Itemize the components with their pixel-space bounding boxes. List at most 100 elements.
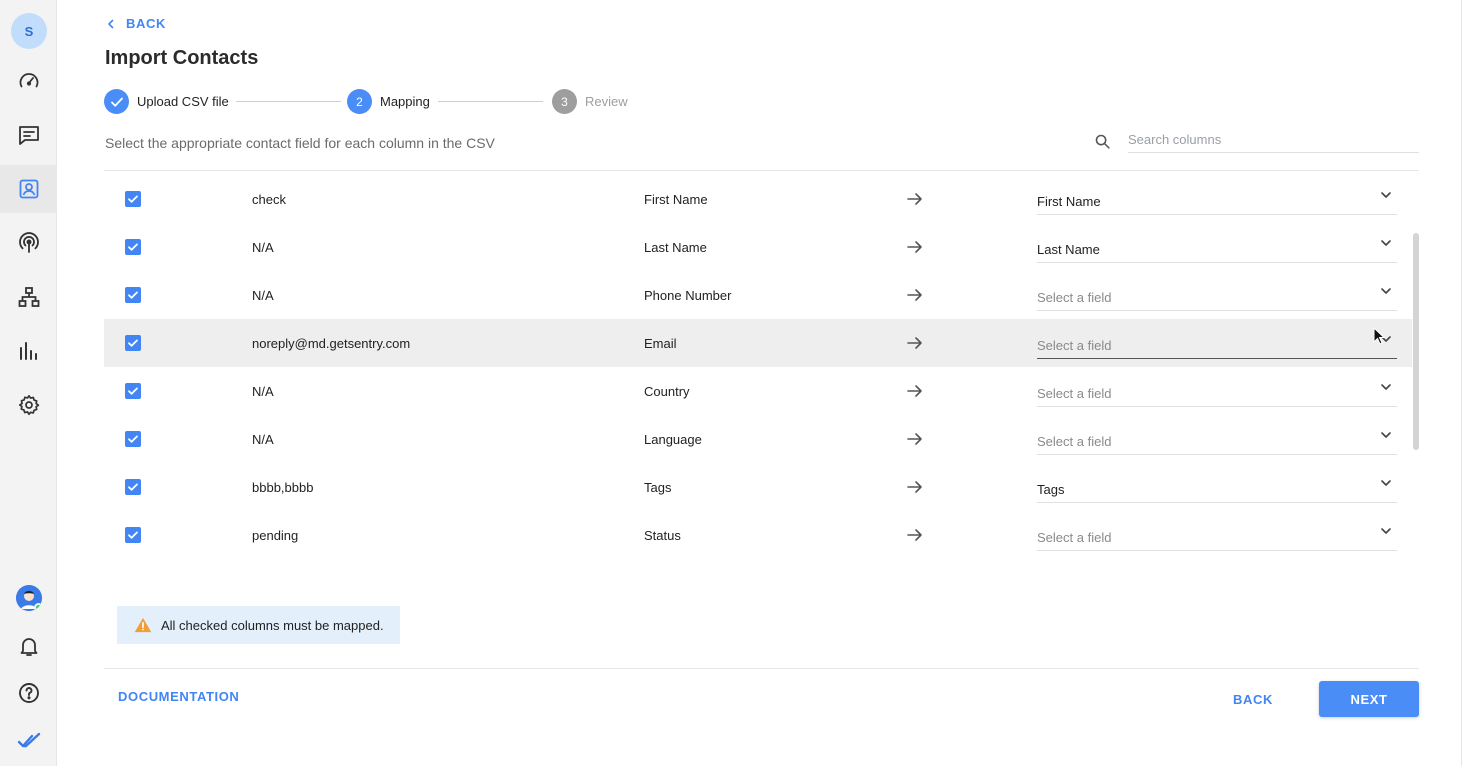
field-select[interactable]: Select a field bbox=[1037, 377, 1397, 407]
checkmark-icon bbox=[128, 243, 138, 251]
step-label: Review bbox=[585, 94, 628, 109]
csv-sample-value: N/A bbox=[252, 432, 274, 447]
chevron-left-icon bbox=[108, 19, 114, 28]
sidebar-item-messages[interactable] bbox=[0, 111, 57, 159]
help-icon bbox=[18, 683, 39, 703]
arrow-right-icon bbox=[907, 193, 922, 205]
arrow-right-icon bbox=[907, 289, 922, 301]
workspace-avatar[interactable]: S bbox=[11, 13, 47, 49]
warning-text: All checked columns must be mapped. bbox=[161, 617, 384, 633]
csv-sample-value: N/A bbox=[252, 384, 274, 399]
broadcast-icon bbox=[18, 232, 39, 253]
table-row: bbbb,bbbb Tags Tags bbox=[104, 463, 1412, 511]
csv-sample-value: bbbb,bbbb bbox=[252, 480, 314, 495]
documentation-link[interactable]: DOCUMENTATION bbox=[118, 689, 239, 704]
csv-column-name: Last Name bbox=[644, 240, 707, 255]
sidebar-item-reports[interactable] bbox=[0, 327, 57, 375]
sidebar: S bbox=[0, 0, 57, 766]
step-connector bbox=[438, 101, 543, 102]
table-row: pending Status Select a field bbox=[104, 511, 1412, 559]
sidebar-item-notifications[interactable] bbox=[0, 622, 57, 670]
step-done-icon bbox=[104, 89, 129, 114]
csv-sample-value: check bbox=[252, 192, 286, 207]
messages-icon bbox=[18, 126, 39, 145]
sidebar-item-contacts[interactable] bbox=[0, 165, 57, 213]
online-status-dot bbox=[34, 603, 42, 611]
warning-banner: All checked columns must be mapped. bbox=[117, 606, 400, 644]
back-link-label: BACK bbox=[126, 16, 166, 31]
contacts-icon bbox=[19, 179, 38, 199]
row-checkbox[interactable] bbox=[125, 191, 141, 207]
search-input[interactable] bbox=[1128, 126, 1419, 153]
back-button[interactable]: BACK bbox=[1219, 682, 1287, 717]
sidebar-item-settings[interactable] bbox=[0, 381, 57, 429]
user-avatar[interactable] bbox=[16, 585, 42, 611]
csv-sample-value: pending bbox=[252, 528, 299, 543]
checkmark-icon bbox=[128, 291, 138, 299]
checkmark-icon bbox=[128, 387, 138, 395]
dashboard-icon bbox=[19, 73, 38, 88]
field-select-value: Last Name bbox=[1037, 242, 1100, 257]
checkmark-icon bbox=[128, 435, 138, 443]
next-button[interactable]: NEXT bbox=[1319, 681, 1419, 717]
search-icon bbox=[1095, 134, 1110, 149]
warning-icon bbox=[134, 617, 152, 633]
step-upload: Upload CSV file bbox=[104, 89, 229, 114]
field-select[interactable]: Last Name bbox=[1037, 233, 1397, 263]
checkmark-icon bbox=[128, 531, 138, 539]
field-select-value: First Name bbox=[1037, 194, 1101, 209]
csv-column-name: Phone Number bbox=[644, 288, 732, 303]
page-title: Import Contacts bbox=[105, 47, 259, 69]
table-row: noreply@md.getsentry.com Email Select a fi… bbox=[104, 319, 1412, 367]
search-box bbox=[1094, 126, 1419, 153]
chevron-down-icon bbox=[1381, 384, 1391, 390]
row-checkbox[interactable] bbox=[125, 383, 141, 399]
arrow-right-icon bbox=[907, 481, 922, 493]
field-select[interactable]: Tags bbox=[1037, 473, 1397, 503]
step-connector bbox=[236, 101, 341, 102]
row-checkbox[interactable] bbox=[125, 239, 141, 255]
table-row: N/A Language Select a field bbox=[104, 415, 1412, 463]
mapping-table: check First Name First Name N/A Last Name Las… bbox=[104, 175, 1412, 559]
csv-column-name: Tags bbox=[644, 480, 672, 495]
field-select-value: Select a field bbox=[1037, 290, 1112, 305]
row-checkbox[interactable] bbox=[125, 479, 141, 495]
field-select[interactable]: Select a field bbox=[1037, 425, 1397, 455]
back-link[interactable]: BACK bbox=[106, 16, 166, 31]
field-select[interactable]: Select a field bbox=[1037, 521, 1397, 551]
field-select-value: Select a field bbox=[1037, 386, 1112, 401]
step-number: 2 bbox=[347, 89, 372, 114]
field-select[interactable]: Select a field bbox=[1037, 281, 1397, 311]
row-checkbox[interactable] bbox=[125, 431, 141, 447]
csv-column-name: First Name bbox=[644, 192, 708, 207]
csv-sample-value: noreply@md.getsentry.com bbox=[252, 336, 411, 351]
checkmark-icon bbox=[128, 195, 138, 203]
chevron-down-icon bbox=[1381, 480, 1391, 486]
checkmark-icon bbox=[128, 483, 138, 491]
table-row: N/A Phone Number Select a field bbox=[104, 271, 1412, 319]
arrow-right-icon bbox=[907, 385, 922, 397]
divider bbox=[104, 170, 1419, 171]
sidebar-item-workflows[interactable] bbox=[0, 273, 57, 321]
step-label: Upload CSV file bbox=[137, 94, 229, 109]
logo-icon bbox=[17, 732, 40, 748]
sidebar-item-dashboard[interactable] bbox=[0, 57, 57, 105]
field-select-value: Select a field bbox=[1037, 530, 1112, 545]
settings-icon bbox=[18, 394, 39, 416]
divider bbox=[104, 668, 1419, 669]
field-select[interactable]: Select a field bbox=[1037, 329, 1397, 359]
row-checkbox[interactable] bbox=[125, 527, 141, 543]
step-review: 3 Review bbox=[552, 89, 628, 114]
scrollbar[interactable] bbox=[1413, 233, 1419, 450]
row-checkbox[interactable] bbox=[125, 287, 141, 303]
chevron-down-icon bbox=[1381, 432, 1391, 438]
sidebar-item-broadcast[interactable] bbox=[0, 219, 57, 267]
step-label: Mapping bbox=[380, 94, 430, 109]
table-row: check First Name First Name bbox=[104, 175, 1412, 223]
field-select[interactable]: First Name bbox=[1037, 185, 1397, 215]
field-select-value: Select a field bbox=[1037, 338, 1112, 353]
row-checkbox[interactable] bbox=[125, 335, 141, 351]
sidebar-item-help[interactable] bbox=[0, 669, 57, 717]
arrow-right-icon bbox=[907, 241, 922, 253]
bell-icon bbox=[20, 638, 37, 656]
